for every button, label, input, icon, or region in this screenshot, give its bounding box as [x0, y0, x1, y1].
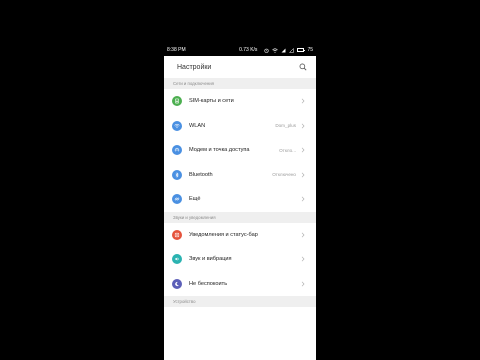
settings-item-label: Bluetooth	[189, 171, 213, 178]
settings-item-hotspot[interactable]: Модем и точка доступа Откло...	[164, 138, 316, 163]
wifi-status-icon	[272, 47, 279, 53]
sim-icon	[172, 96, 182, 107]
bluetooth-icon	[172, 169, 182, 180]
chevron-right-icon	[301, 172, 305, 178]
settings-item-label: SIM-карты и сети	[189, 98, 234, 105]
status-network-speed: 0.73 K/s	[239, 47, 258, 53]
settings-item-sound[interactable]: Звук и вибрация	[164, 247, 316, 272]
settings-item-more[interactable]: Ещё	[164, 187, 316, 212]
alarm-icon	[264, 48, 269, 53]
settings-item-label: Модем и точка доступа	[189, 147, 250, 154]
chevron-right-icon	[301, 98, 305, 104]
battery-icon	[297, 48, 306, 52]
settings-item-label: WLAN	[189, 122, 206, 129]
wifi-icon	[172, 120, 182, 131]
battery-level: 75	[307, 47, 313, 53]
chevron-right-icon	[301, 232, 305, 238]
section-header-sounds: Звуки и уведомления	[164, 211, 316, 223]
settings-item-value: Отключено	[272, 172, 296, 178]
settings-item-value: Dom_plus	[275, 123, 296, 129]
phone-screen: 8:38 PM 0.73 K/s 75 Настройки Сети и под…	[164, 44, 316, 360]
notification-icon	[172, 229, 182, 240]
page-title: Настройки	[177, 63, 212, 71]
chevron-right-icon	[301, 123, 305, 129]
settings-item-label: Ещё	[189, 196, 201, 203]
search-icon[interactable]	[298, 62, 308, 72]
settings-item-label: Уведомления и статус-бар	[189, 231, 258, 238]
moon-icon	[172, 278, 182, 289]
signal-icon	[281, 48, 286, 53]
chevron-right-icon	[301, 147, 305, 153]
sound-icon	[172, 254, 182, 265]
settings-item-sim[interactable]: SIM-карты и сети	[164, 89, 316, 114]
settings-item-notifications[interactable]: Уведомления и статус-бар	[164, 222, 316, 247]
chevron-right-icon	[301, 281, 305, 287]
link-icon	[172, 194, 182, 205]
status-time: 8:38 PM	[167, 47, 186, 53]
app-header: Настройки	[164, 56, 316, 78]
chevron-right-icon	[301, 256, 305, 262]
hotspot-icon	[172, 145, 182, 156]
section-header-networks: Сети и подключения	[164, 78, 316, 89]
settings-item-label: Звук и вибрация	[189, 256, 232, 263]
settings-item-label: Не беспокоить	[189, 280, 228, 287]
chevron-right-icon	[301, 196, 305, 202]
signal-2-icon	[289, 47, 295, 53]
status-bar: 8:38 PM 0.73 K/s 75	[164, 44, 316, 56]
settings-item-bluetooth[interactable]: Bluetooth Отключено	[164, 162, 316, 187]
settings-item-wlan[interactable]: WLAN Dom_plus	[164, 113, 316, 138]
section-header-device: Устройство	[164, 296, 316, 307]
settings-item-value: Откло...	[279, 147, 296, 153]
settings-item-do-not-disturb[interactable]: Не беспокоить	[164, 271, 316, 296]
